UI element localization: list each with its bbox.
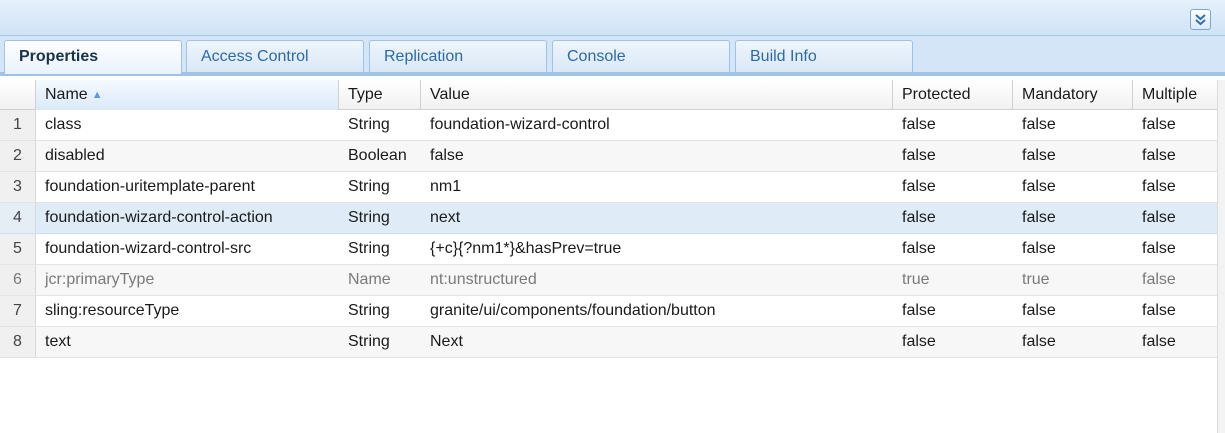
property-multiple: false xyxy=(1142,116,1176,133)
property-protected: false xyxy=(902,147,936,164)
property-name[interactable]: foundation-wizard-control-src xyxy=(36,234,339,264)
table-row[interactable]: 3 foundation-uritemplate-parent String n… xyxy=(0,172,1217,203)
column-header-type[interactable]: Type xyxy=(339,80,421,110)
row-number: 8 xyxy=(0,327,36,357)
property-multiple: false xyxy=(1142,271,1176,288)
tab-replication[interactable]: Replication xyxy=(369,40,547,72)
property-type[interactable]: String xyxy=(339,234,421,264)
tab-console[interactable]: Console xyxy=(552,40,730,72)
column-header-name-label: Name xyxy=(45,86,88,103)
column-header-mandatory[interactable]: Mandatory xyxy=(1013,80,1133,110)
property-type[interactable]: String xyxy=(339,110,421,140)
property-protected: false xyxy=(902,209,936,226)
property-mandatory: false xyxy=(1022,240,1056,257)
property-type[interactable]: String xyxy=(339,203,421,233)
tab-bar: Properties Access Control Replication Co… xyxy=(0,36,1225,76)
property-mandatory: false xyxy=(1022,209,1056,226)
property-name[interactable]: jcr:primaryType xyxy=(36,265,339,295)
property-type[interactable]: String xyxy=(339,296,421,326)
property-name[interactable]: text xyxy=(36,327,339,357)
property-value[interactable]: foundation-wizard-control xyxy=(421,110,893,140)
property-multiple: false xyxy=(1142,302,1176,319)
vertical-scrollbar[interactable] xyxy=(1217,80,1225,433)
property-value[interactable]: nt:unstructured xyxy=(421,265,893,295)
property-protected: false xyxy=(902,178,936,195)
table-row-protected[interactable]: 6 jcr:primaryType Name nt:unstructured t… xyxy=(0,265,1217,296)
property-value[interactable]: Next xyxy=(421,327,893,357)
row-number: 3 xyxy=(0,172,36,202)
property-mandatory: false xyxy=(1022,178,1056,195)
row-number: 6 xyxy=(0,265,36,295)
property-value[interactable]: {+c}{?nm1*}&hasPrev=true xyxy=(421,234,893,264)
property-value[interactable]: nm1 xyxy=(421,172,893,202)
property-type[interactable]: String xyxy=(339,327,421,357)
table-row[interactable]: 8 text String Next false false false xyxy=(0,327,1217,358)
row-number: 4 xyxy=(0,203,36,233)
sort-ascending-icon: ▲ xyxy=(91,89,103,101)
table-row[interactable]: 1 class String foundation-wizard-control… xyxy=(0,110,1217,141)
property-mandatory: false xyxy=(1022,116,1056,133)
property-protected: true xyxy=(902,271,930,288)
property-multiple: false xyxy=(1142,209,1176,226)
property-value[interactable]: next xyxy=(421,203,893,233)
property-multiple: false xyxy=(1142,333,1176,350)
tab-build-info[interactable]: Build Info xyxy=(735,40,913,72)
property-name[interactable]: sling:resourceType xyxy=(36,296,339,326)
tab-access-control[interactable]: Access Control xyxy=(186,40,364,72)
property-mandatory: true xyxy=(1022,271,1050,288)
property-mandatory: false xyxy=(1022,333,1056,350)
table-row[interactable]: 7 sling:resourceType String granite/ui/c… xyxy=(0,296,1217,327)
panel-header xyxy=(0,0,1225,36)
row-number: 7 xyxy=(0,296,36,326)
property-type[interactable]: Name xyxy=(339,265,421,295)
table-row-selected[interactable]: 4 foundation-wizard-control-action Strin… xyxy=(0,203,1217,234)
row-number-header xyxy=(0,80,36,110)
collapse-panel-button[interactable] xyxy=(1190,9,1211,30)
property-name[interactable]: foundation-wizard-control-action xyxy=(36,203,339,233)
row-number: 5 xyxy=(0,234,36,264)
property-value[interactable]: granite/ui/components/foundation/button xyxy=(421,296,893,326)
property-type[interactable]: Boolean xyxy=(339,141,421,171)
column-header-name[interactable]: Name ▲ xyxy=(36,80,339,110)
tab-properties[interactable]: Properties xyxy=(4,40,182,74)
property-value[interactable]: false xyxy=(421,141,893,171)
column-header-protected[interactable]: Protected xyxy=(893,80,1013,110)
property-protected: false xyxy=(902,116,936,133)
table-row[interactable]: 5 foundation-wizard-control-src String {… xyxy=(0,234,1217,265)
property-name[interactable]: class xyxy=(36,110,339,140)
double-chevron-down-icon xyxy=(1195,14,1206,26)
column-header-multiple[interactable]: Multiple xyxy=(1133,80,1217,110)
property-protected: false xyxy=(902,333,936,350)
table-row[interactable]: 2 disabled Boolean false false false fal… xyxy=(0,141,1217,172)
property-name[interactable]: disabled xyxy=(36,141,339,171)
property-type[interactable]: String xyxy=(339,172,421,202)
row-number: 1 xyxy=(0,110,36,140)
column-header-value[interactable]: Value xyxy=(421,80,893,110)
property-multiple: false xyxy=(1142,178,1176,195)
row-number: 2 xyxy=(0,141,36,171)
property-mandatory: false xyxy=(1022,147,1056,164)
property-protected: false xyxy=(902,302,936,319)
property-multiple: false xyxy=(1142,147,1176,164)
property-name[interactable]: foundation-uritemplate-parent xyxy=(36,172,339,202)
property-multiple: false xyxy=(1142,240,1176,257)
property-protected: false xyxy=(902,240,936,257)
grid-header-row: Name ▲ Type Value Protected Mandatory Mul… xyxy=(0,80,1217,110)
property-mandatory: false xyxy=(1022,302,1056,319)
